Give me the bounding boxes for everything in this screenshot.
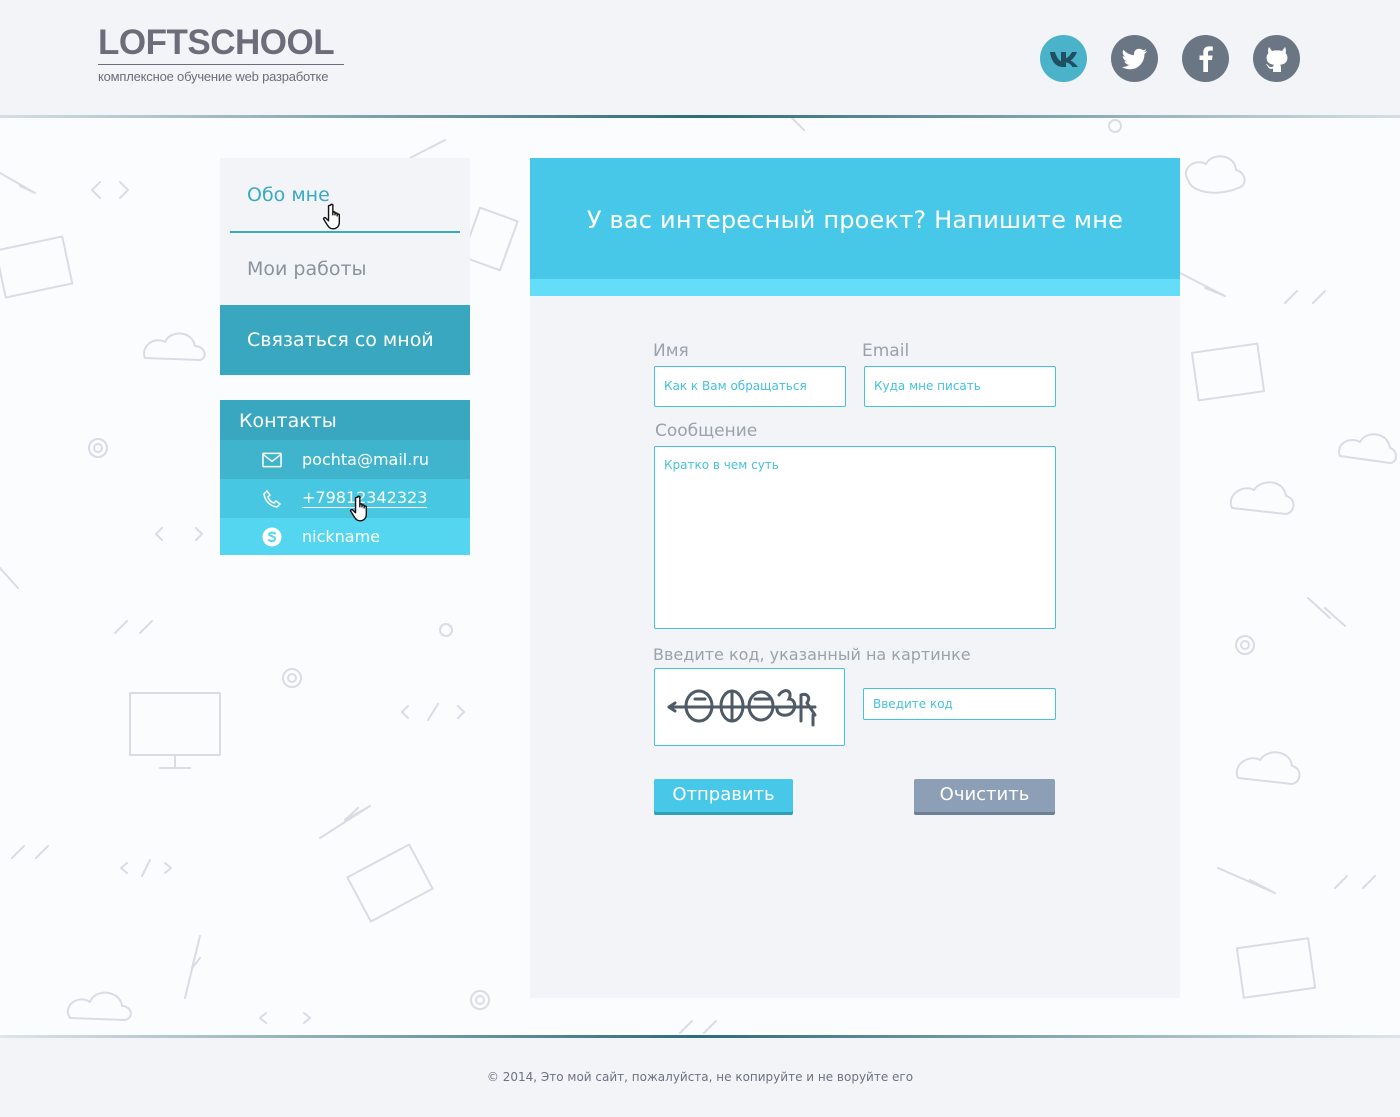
- captcha-input[interactable]: Введите код: [863, 688, 1056, 720]
- captcha-image: [654, 668, 845, 746]
- contact-skype-text[interactable]: nickname: [302, 527, 380, 546]
- twitter-icon: [1121, 48, 1147, 69]
- contact-form-panel: У вас интересный проект? Напишите мне Им…: [530, 158, 1180, 998]
- skype-icon: [262, 527, 282, 547]
- phone-icon: [262, 489, 282, 509]
- vk-icon: [1049, 51, 1078, 67]
- contact-email-text[interactable]: pochta@mail.ru: [302, 450, 429, 469]
- contact-email[interactable]: pochta@mail.ru: [220, 440, 470, 479]
- name-label: Имя: [653, 341, 689, 361]
- contacts-title: Контакты: [220, 400, 470, 440]
- email-input[interactable]: Куда мне писать: [864, 366, 1056, 407]
- sidebar-nav: Обо мне Мои работы Связаться со мной: [220, 158, 470, 376]
- facebook-icon: [1199, 45, 1213, 72]
- clear-button[interactable]: Очистить: [914, 779, 1055, 812]
- page-header: LOFTSCHOOL комплексное обучение web разр…: [0, 0, 1400, 118]
- form-heading-strip: [530, 279, 1180, 296]
- facebook-link[interactable]: [1182, 35, 1229, 82]
- contact-phone-text[interactable]: +79812342323: [302, 489, 428, 508]
- nav-item-works[interactable]: Мои работы: [220, 233, 470, 306]
- main-content: Обо мне Мои работы Связаться со мной Кон…: [0, 118, 1400, 1036]
- logo-subtitle: комплексное обучение web разработке: [98, 69, 329, 84]
- social-links: [1040, 35, 1300, 82]
- captcha-label: Введите код, указанный на картинке: [653, 645, 971, 664]
- nav-item-about[interactable]: Обо мне: [220, 158, 470, 233]
- contact-skype[interactable]: nickname: [220, 518, 470, 555]
- email-label: Email: [862, 341, 910, 361]
- github-link[interactable]: [1253, 35, 1300, 82]
- logo-title: LOFTSCHOOL: [98, 24, 344, 65]
- message-textarea[interactable]: Кратко в чем суть: [654, 446, 1056, 629]
- logo[interactable]: LOFTSCHOOL комплексное обучение web разр…: [98, 24, 344, 84]
- github-icon: [1265, 46, 1287, 72]
- name-input[interactable]: Как к Вам обращаться: [654, 366, 846, 407]
- contacts-block: Контакты pochta@mail.ru +79812342323 nic…: [220, 400, 470, 555]
- contact-phone[interactable]: +79812342323: [220, 479, 470, 518]
- nav-item-contact[interactable]: Связаться со мной: [220, 305, 470, 375]
- send-button[interactable]: Отправить: [654, 779, 793, 812]
- message-label: Сообщение: [655, 421, 758, 441]
- page-footer: © 2014, Это мой сайт, пожалуйста, не коп…: [0, 1038, 1400, 1117]
- footer-text: © 2014, Это мой сайт, пожалуйста, не коп…: [486, 1070, 914, 1084]
- envelope-icon: [262, 450, 282, 470]
- twitter-link[interactable]: [1111, 35, 1158, 82]
- vk-link[interactable]: [1040, 35, 1087, 82]
- form-heading: У вас интересный проект? Напишите мне: [530, 158, 1180, 279]
